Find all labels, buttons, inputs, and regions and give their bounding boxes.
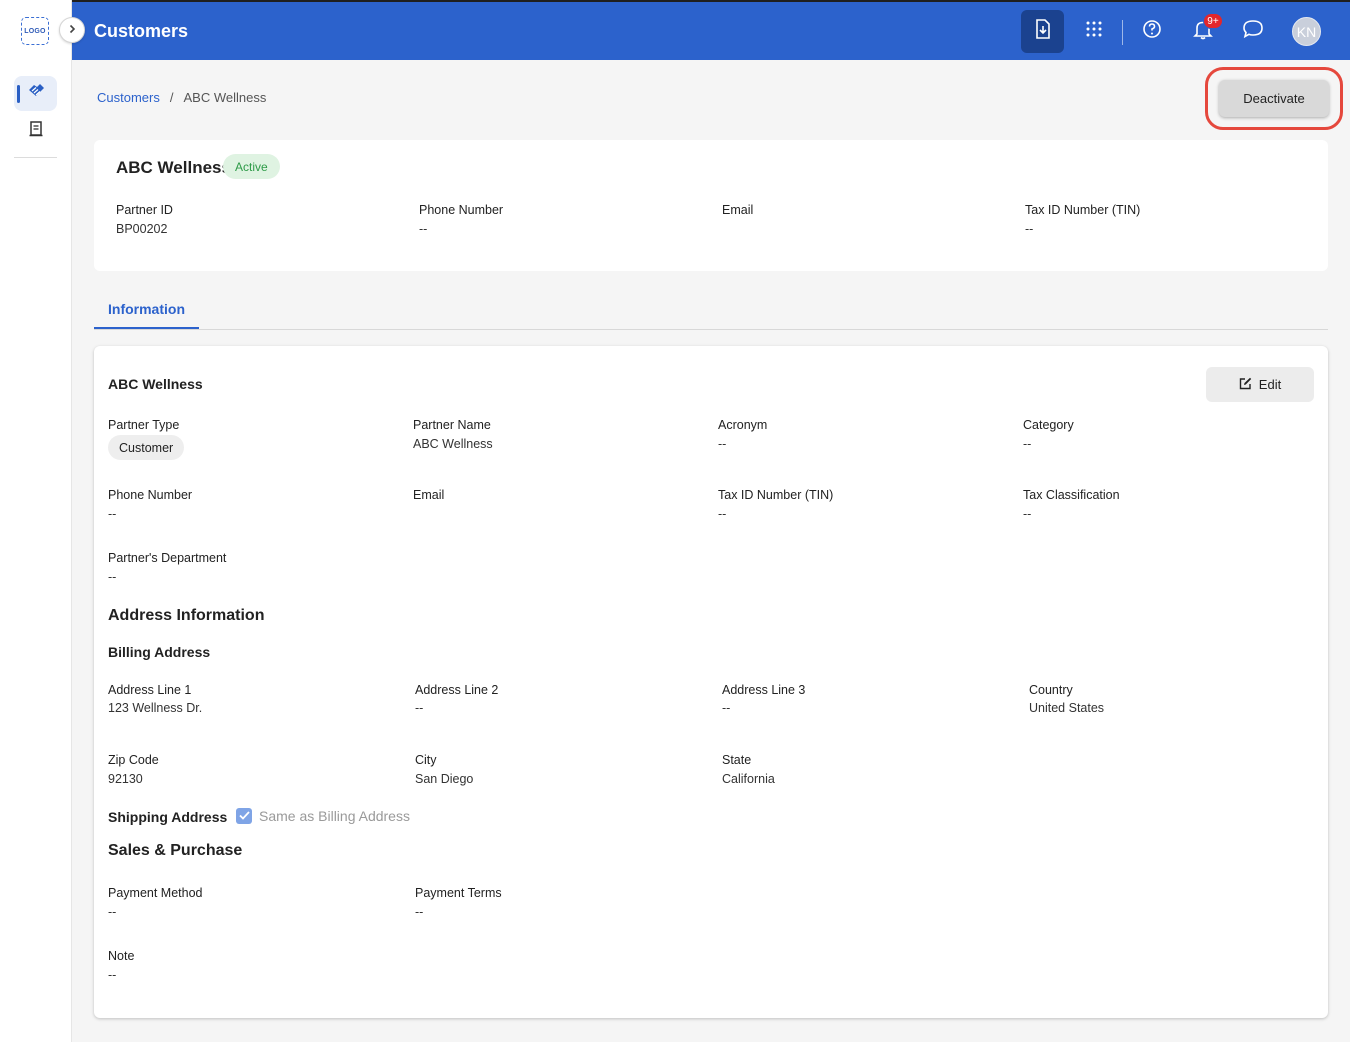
value-address-line-3: -- bbox=[722, 701, 731, 715]
label-city: City bbox=[415, 753, 437, 767]
value-city: San Diego bbox=[415, 772, 474, 786]
value-partner-name: ABC Wellness bbox=[413, 437, 493, 451]
value-acronym: -- bbox=[718, 437, 727, 451]
label-category: Category bbox=[1023, 418, 1074, 432]
top-bar: Customers 9+ KN bbox=[72, 0, 1350, 60]
information-card: ABC Wellness Edit Partner Type Customer … bbox=[94, 346, 1328, 1018]
label-payment-terms: Payment Terms bbox=[415, 886, 502, 900]
value-payment-method: -- bbox=[108, 905, 117, 919]
same-as-billing-checkbox[interactable] bbox=[236, 808, 252, 824]
help-icon bbox=[1142, 19, 1162, 44]
label-partner-name: Partner Name bbox=[413, 418, 491, 432]
summary-label-phone: Phone Number bbox=[419, 203, 504, 217]
logo: LOGO bbox=[21, 17, 49, 45]
tabs-divider bbox=[94, 329, 1328, 330]
sidebar-expand-button[interactable] bbox=[59, 17, 85, 43]
label-address-line-2: Address Line 2 bbox=[415, 683, 499, 697]
summary-value-tin: -- bbox=[1025, 222, 1034, 236]
label-tax-classification: Tax Classification bbox=[1023, 488, 1120, 502]
label-payment-method: Payment Method bbox=[108, 886, 203, 900]
same-as-billing-label[interactable]: Same as Billing Address bbox=[259, 808, 410, 824]
value-tin: -- bbox=[718, 507, 727, 521]
label-phone: Phone Number bbox=[108, 488, 193, 502]
edit-button[interactable]: Edit bbox=[1206, 367, 1314, 402]
value-country: United States bbox=[1029, 701, 1105, 715]
chat-button[interactable] bbox=[1231, 10, 1274, 53]
label-partner-type: Partner Type bbox=[108, 418, 180, 432]
breadcrumb-separator: / bbox=[169, 90, 174, 105]
partner-type-chip: Customer bbox=[108, 435, 185, 460]
value-note: -- bbox=[108, 968, 117, 982]
partner-name-heading: ABC Wellness bbox=[116, 158, 231, 177]
apps-button[interactable] bbox=[1072, 10, 1115, 53]
sidebar: LOGO bbox=[0, 0, 72, 1042]
label-acronym: Acronym bbox=[718, 418, 768, 432]
value-tax-classification: -- bbox=[1023, 507, 1032, 521]
value-payment-terms: -- bbox=[415, 905, 424, 919]
tab-information[interactable]: Information bbox=[94, 296, 199, 330]
shipping-section-title: Shipping Address bbox=[108, 809, 228, 825]
summary-value-partner-id: BP00202 bbox=[116, 222, 168, 236]
breadcrumb-link-customers[interactable]: Customers bbox=[97, 90, 160, 105]
summary-label-partner-id: Partner ID bbox=[116, 203, 173, 217]
avatar[interactable]: KN bbox=[1292, 17, 1321, 46]
value-phone: -- bbox=[108, 507, 117, 521]
value-department: -- bbox=[108, 570, 117, 584]
edit-label: Edit bbox=[1258, 377, 1282, 392]
value-category: -- bbox=[1023, 437, 1032, 451]
label-address-line-1: Address Line 1 bbox=[108, 683, 192, 697]
label-state: State bbox=[722, 753, 752, 767]
value-address-line-2: -- bbox=[415, 701, 424, 715]
address-title-text: Address Information bbox=[108, 607, 265, 624]
value-address-line-1: 123 Wellness Dr. bbox=[108, 701, 203, 715]
check-icon bbox=[238, 807, 250, 825]
apps-grid-icon bbox=[1086, 21, 1102, 42]
page-title: Customers bbox=[94, 21, 189, 41]
summary-label-email: Email bbox=[722, 203, 754, 217]
topbar-separator bbox=[1122, 20, 1123, 45]
summary-card: ABC Wellness Active Partner ID BP00202 P… bbox=[94, 140, 1328, 271]
sidebar-divider bbox=[14, 157, 57, 158]
receipt-icon bbox=[29, 121, 43, 142]
help-button[interactable] bbox=[1130, 10, 1173, 53]
sales-section-title: Sales & Purchase bbox=[108, 842, 243, 859]
label-tin: Tax ID Number (TIN) bbox=[718, 488, 834, 502]
breadcrumb-current: ABC Wellness bbox=[183, 90, 267, 105]
breadcrumb: Customers / ABC Wellness bbox=[97, 90, 266, 105]
download-button[interactable] bbox=[1021, 10, 1064, 53]
label-note: Note bbox=[108, 949, 135, 963]
handshake-icon bbox=[27, 83, 45, 104]
label-zip-code: Zip Code bbox=[108, 753, 159, 767]
label-address-line-3: Address Line 3 bbox=[722, 683, 806, 697]
deactivate-button[interactable]: Deactivate bbox=[1219, 80, 1329, 117]
sidebar-item-partners[interactable] bbox=[14, 76, 57, 111]
chat-icon bbox=[1242, 19, 1264, 44]
edit-icon bbox=[1239, 377, 1252, 393]
info-card-title: ABC Wellness bbox=[108, 376, 203, 392]
sidebar-item-documents[interactable] bbox=[14, 114, 57, 149]
summary-value-phone: -- bbox=[419, 222, 428, 236]
billing-section-title: Billing Address bbox=[108, 644, 211, 660]
chevron-right-icon bbox=[67, 21, 77, 39]
label-country: Country bbox=[1029, 683, 1073, 697]
address-section-title: Address Information bbox=[108, 607, 264, 625]
label-email: Email bbox=[413, 488, 445, 502]
notification-badge: 9+ bbox=[1203, 13, 1223, 29]
status-badge: Active bbox=[223, 154, 280, 179]
value-state: California bbox=[722, 772, 775, 786]
label-department: Partner's Department bbox=[108, 551, 227, 565]
download-icon bbox=[1034, 19, 1052, 44]
summary-label-tin: Tax ID Number (TIN) bbox=[1025, 203, 1141, 217]
value-zip-code: 92130 bbox=[108, 772, 143, 786]
